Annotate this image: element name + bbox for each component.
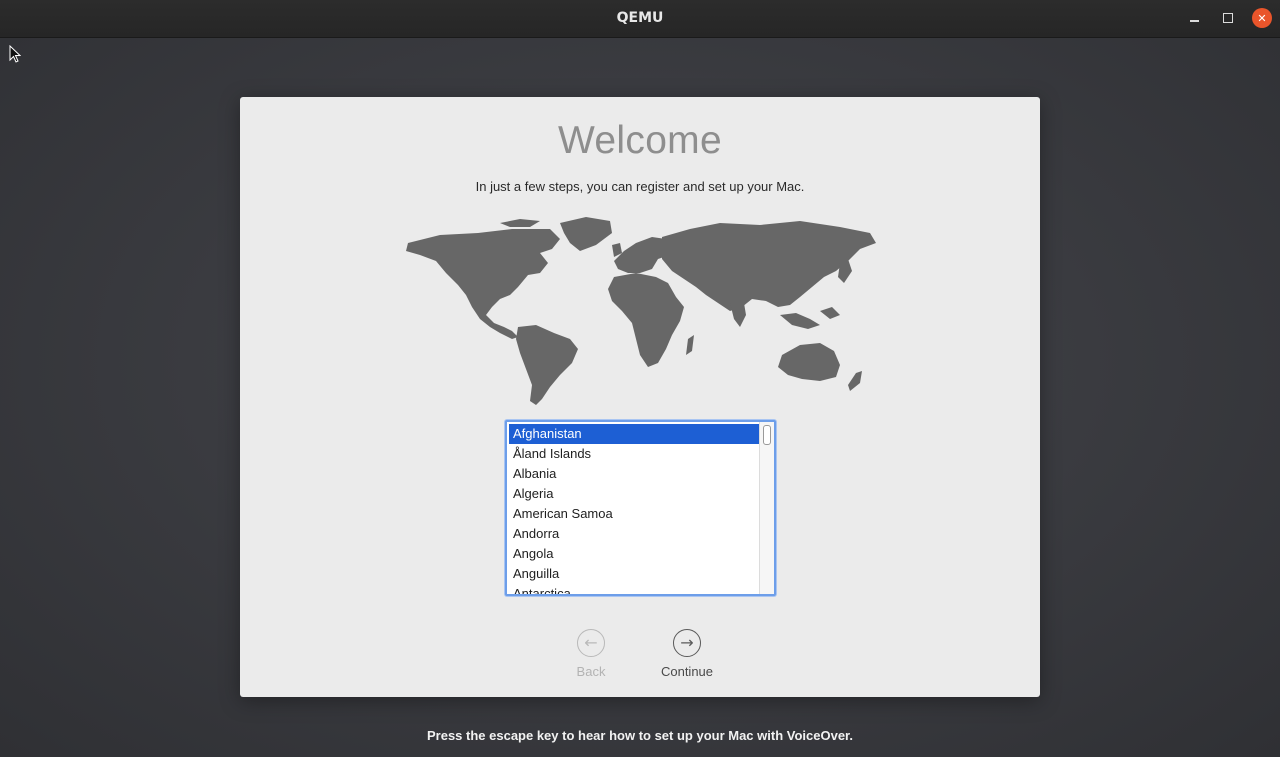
page-subtitle: In just a few steps, you can register an… xyxy=(475,179,805,194)
list-item[interactable]: Afghanistan xyxy=(509,424,760,444)
list-item[interactable]: Åland Islands xyxy=(509,444,760,464)
arrow-left-icon: ← xyxy=(577,629,605,657)
list-item[interactable]: American Samoa xyxy=(509,504,760,524)
list-item[interactable]: Andorra xyxy=(509,524,760,544)
list-item[interactable]: Albania xyxy=(509,464,760,484)
minimize-icon[interactable] xyxy=(1184,8,1204,28)
close-icon[interactable] xyxy=(1252,8,1272,28)
back-label: Back xyxy=(576,664,606,679)
list-item[interactable]: Angola xyxy=(509,544,760,564)
maximize-icon[interactable] xyxy=(1218,8,1238,28)
list-item[interactable]: Antarctica xyxy=(509,584,760,594)
mouse-cursor-icon xyxy=(9,45,21,63)
list-scrollbar[interactable] xyxy=(759,422,774,594)
list-item[interactable]: Algeria xyxy=(509,484,760,504)
list-item[interactable]: Anguilla xyxy=(509,564,760,584)
scrollbar-thumb[interactable] xyxy=(763,425,771,445)
window-titlebar[interactable]: QEMU xyxy=(0,0,1280,38)
back-button[interactable]: ← Back xyxy=(551,629,631,679)
world-map-icon xyxy=(406,217,876,405)
arrow-right-icon: → xyxy=(673,629,701,657)
voiceover-hint: Press the escape key to hear how to set … xyxy=(426,728,854,743)
setup-assistant-dialog: Welcome In just a few steps, you can reg… xyxy=(240,97,1040,697)
continue-button[interactable]: → Continue xyxy=(647,629,727,679)
continue-label: Continue xyxy=(660,664,714,679)
page-title: Welcome xyxy=(558,119,722,162)
window-title: QEMU xyxy=(616,10,664,26)
country-list[interactable]: Afghanistan Åland Islands Albania Algeri… xyxy=(505,420,776,596)
